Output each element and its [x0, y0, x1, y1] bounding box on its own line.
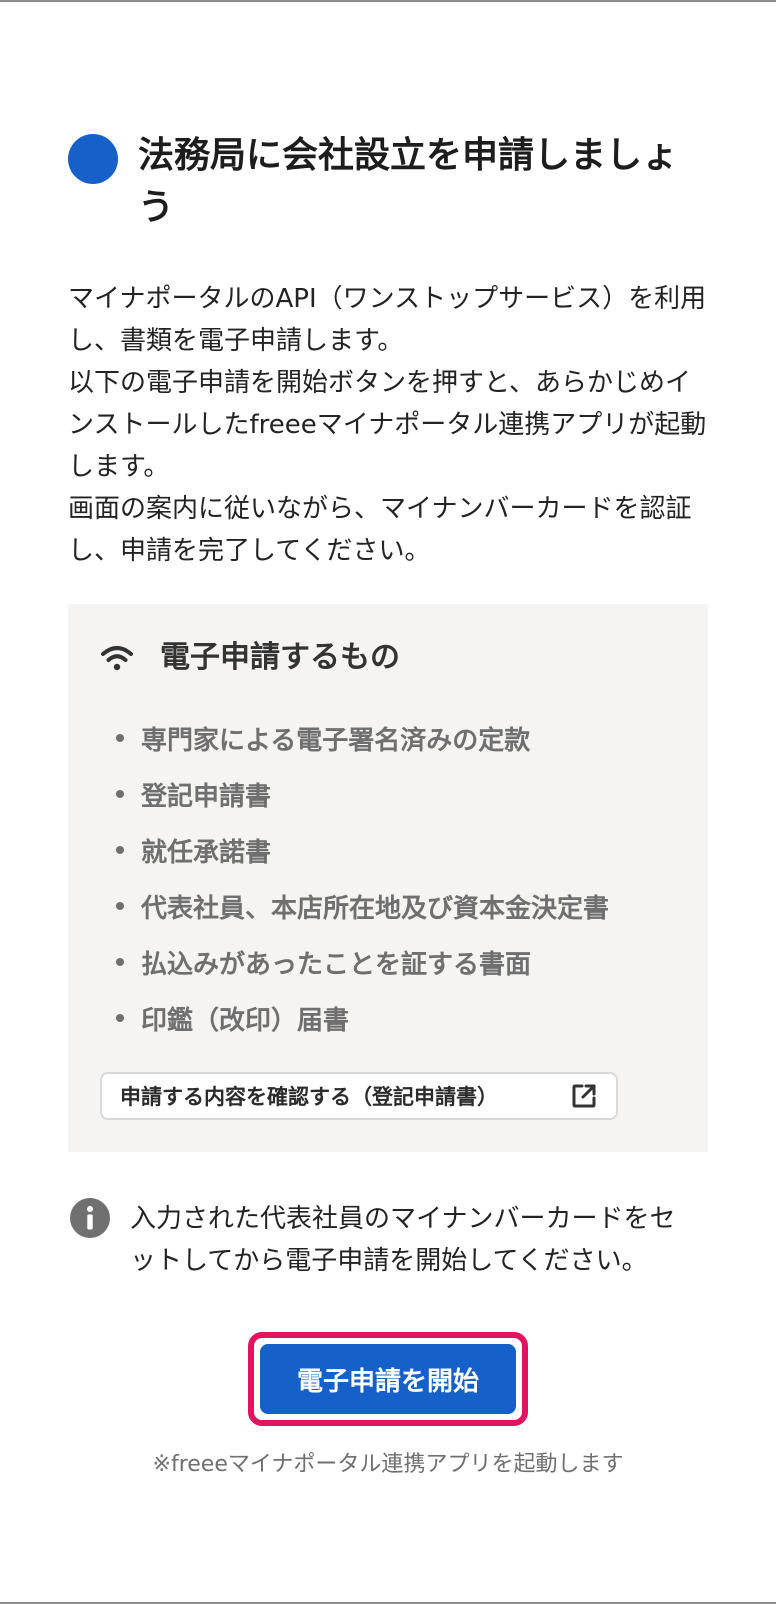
confirm-application-button[interactable]: 申請する内容を確認する（登記申請書）	[100, 1072, 618, 1120]
list-item-label: 払込みがあったことを証する書面	[141, 949, 532, 980]
main-content: 法務局に会社設立を申請しましょう マイナポータルのAPI（ワンストップサービス）…	[68, 130, 708, 1478]
cta-note: ※freeeマイナポータル連携アプリを起動します	[152, 1452, 624, 1477]
list-item-label: 代表社員、本店所在地及び資本金決定書	[141, 893, 610, 924]
list-item-label: 登記申請書	[141, 781, 272, 812]
bullet-icon	[116, 790, 124, 798]
bullet-icon	[116, 1014, 124, 1022]
list-item-label: 専門家による電子署名済みの定款	[141, 725, 531, 756]
external-link-icon	[572, 1084, 596, 1108]
documents-list: 専門家による電子署名済みの定款 登記申請書 就任承諾書 代表社員、本店所在地及び…	[100, 710, 676, 1046]
info-icon	[70, 1198, 110, 1238]
panel-title: 電子申請するもの	[160, 640, 400, 675]
heading-dot-icon	[68, 134, 118, 184]
wifi-icon	[101, 646, 133, 671]
section-heading: 法務局に会社設立を申請しましょう	[68, 130, 708, 234]
panel-header: 電子申請するもの	[100, 638, 676, 678]
documents-panel: 電子申請するもの 専門家による電子署名済みの定款 登記申請書 就任承諾書 代表社…	[68, 604, 708, 1152]
page-title: 法務局に会社設立を申請しましょう	[138, 135, 679, 228]
cta-wrapper: 電子申請を開始	[68, 1332, 708, 1426]
page: 法務局に会社設立を申請しましょう マイナポータルのAPI（ワンストップサービス）…	[0, 0, 776, 1604]
list-item: 登記申請書	[116, 766, 676, 822]
cta-highlight-ring: 電子申請を開始	[248, 1332, 528, 1426]
bullet-icon	[116, 846, 124, 854]
list-item: 就任承諾書	[116, 822, 676, 878]
bullet-icon	[116, 958, 124, 966]
list-item-label: 印鑑（改印）届書	[141, 1005, 350, 1036]
start-e-application-button[interactable]: 電子申請を開始	[260, 1344, 516, 1414]
list-item-label: 就任承諾書	[141, 837, 272, 868]
bullet-icon	[116, 902, 124, 910]
notice-text: 入力された代表社員のマイナンバーカードをセットしてから電子申請を開始してください…	[130, 1204, 676, 1276]
list-item: 専門家による電子署名済みの定款	[116, 710, 676, 766]
confirm-application-label: 申請する内容を確認する（登記申請書）	[120, 1085, 498, 1109]
bullet-icon	[116, 734, 124, 742]
notice: 入力された代表社員のマイナンバーカードをセットしてから電子申請を開始してください…	[68, 1198, 708, 1282]
list-item: 印鑑（改印）届書	[116, 990, 676, 1046]
list-item: 払込みがあったことを証する書面	[116, 934, 676, 990]
list-item: 代表社員、本店所在地及び資本金決定書	[116, 878, 676, 934]
description-text: マイナポータルのAPI（ワンストップサービス）を利用し、書類を電子申請します。 …	[68, 284, 707, 566]
